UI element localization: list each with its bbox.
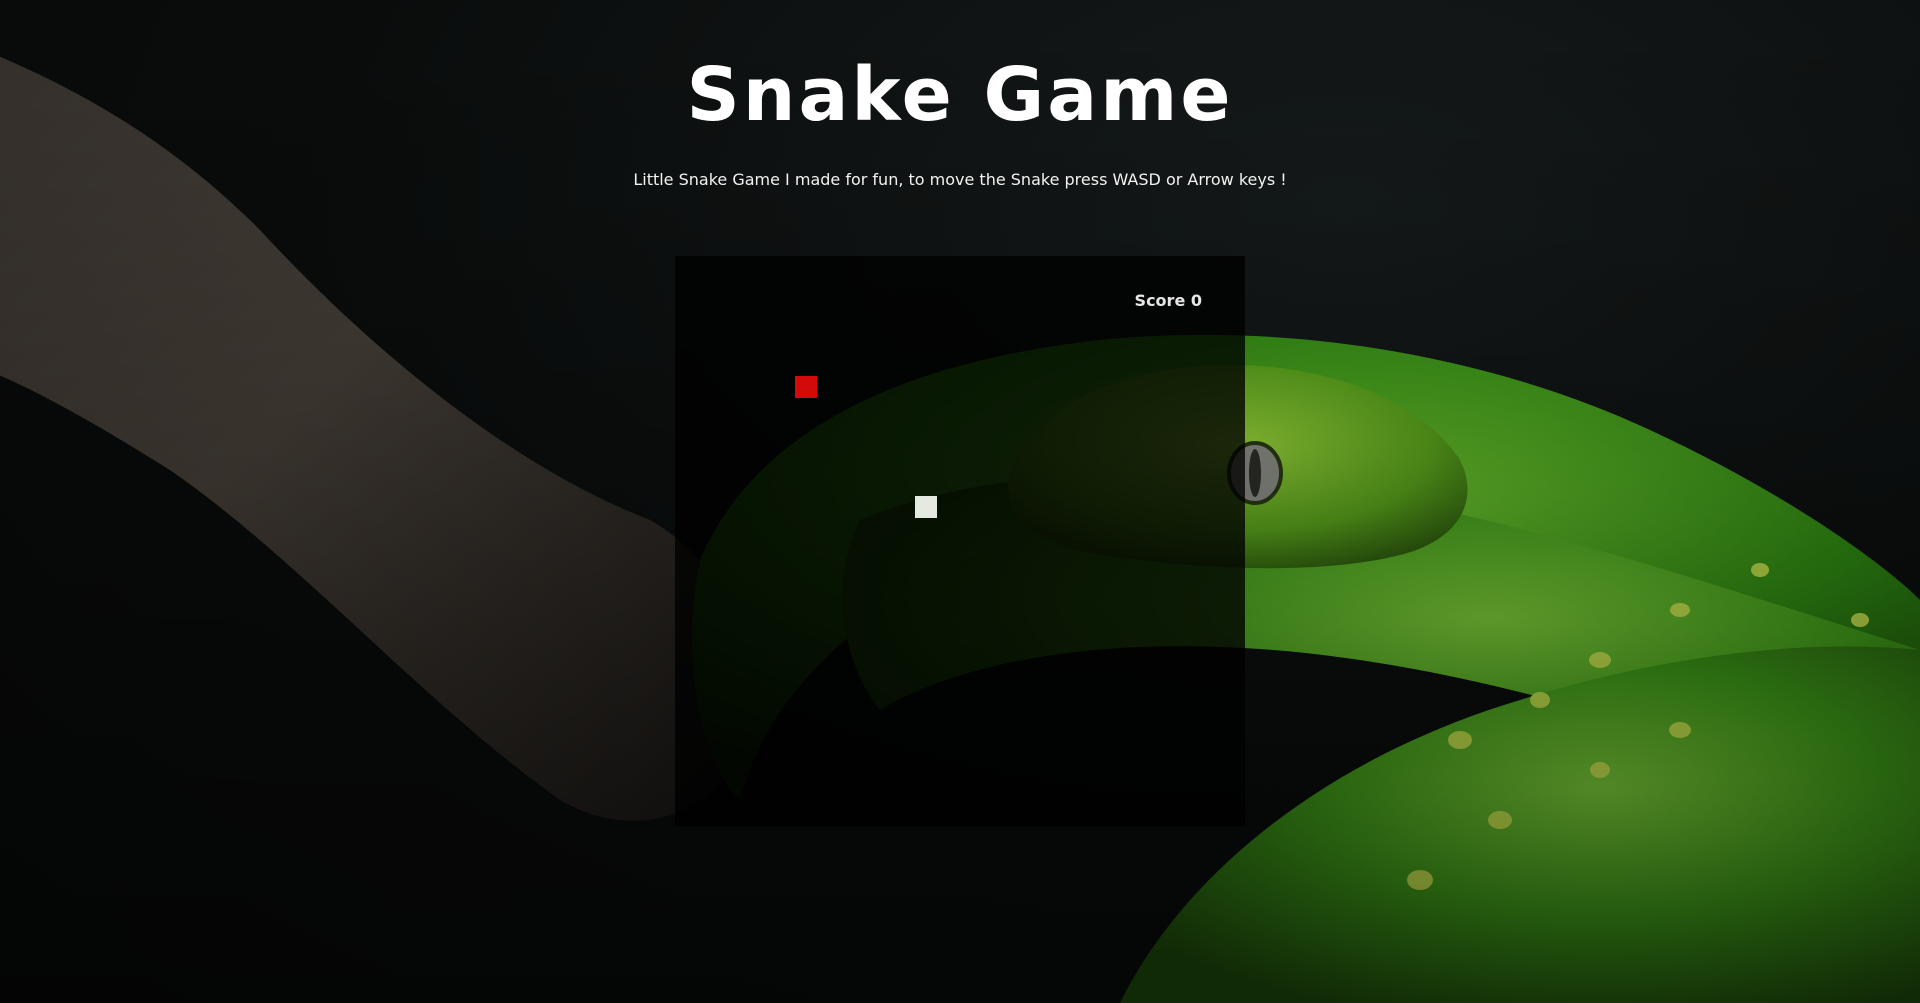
score-display: Score 0 xyxy=(1134,291,1202,310)
page: Snake Game Little Snake Game I made for … xyxy=(0,0,1920,1003)
food-pellet xyxy=(795,376,817,398)
snake-segment xyxy=(915,496,937,518)
game-board[interactable]: Score 0 xyxy=(675,256,1245,826)
page-title: Snake Game xyxy=(686,52,1234,138)
instructions-text: Little Snake Game I made for fun, to mov… xyxy=(633,170,1287,189)
